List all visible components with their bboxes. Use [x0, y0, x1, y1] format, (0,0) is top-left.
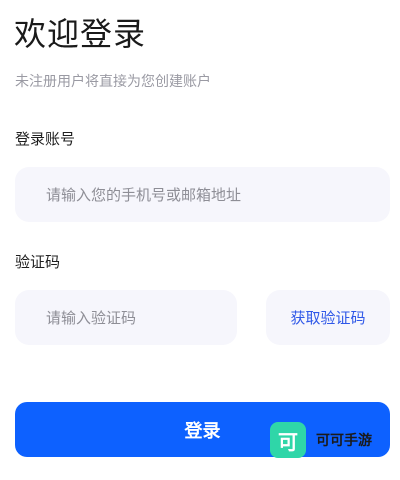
verification-code-label: 验证码 — [15, 253, 61, 271]
verification-code-input[interactable] — [15, 290, 237, 345]
login-page: 欢迎登录 未注册用户将直接为您创建账户 登录账号 验证码 获取验证码 登录 可 … — [0, 0, 400, 480]
page-title: 欢迎登录 — [14, 15, 147, 53]
account-input[interactable] — [15, 167, 390, 222]
watermark-logo-icon: 可 — [270, 422, 306, 458]
account-label: 登录账号 — [15, 130, 76, 148]
watermark: 可 可可手游 — [270, 422, 372, 458]
page-subtitle: 未注册用户将直接为您创建账户 — [15, 74, 211, 90]
watermark-text: 可可手游 — [316, 433, 372, 449]
get-verification-code-button[interactable]: 获取验证码 — [266, 290, 390, 345]
